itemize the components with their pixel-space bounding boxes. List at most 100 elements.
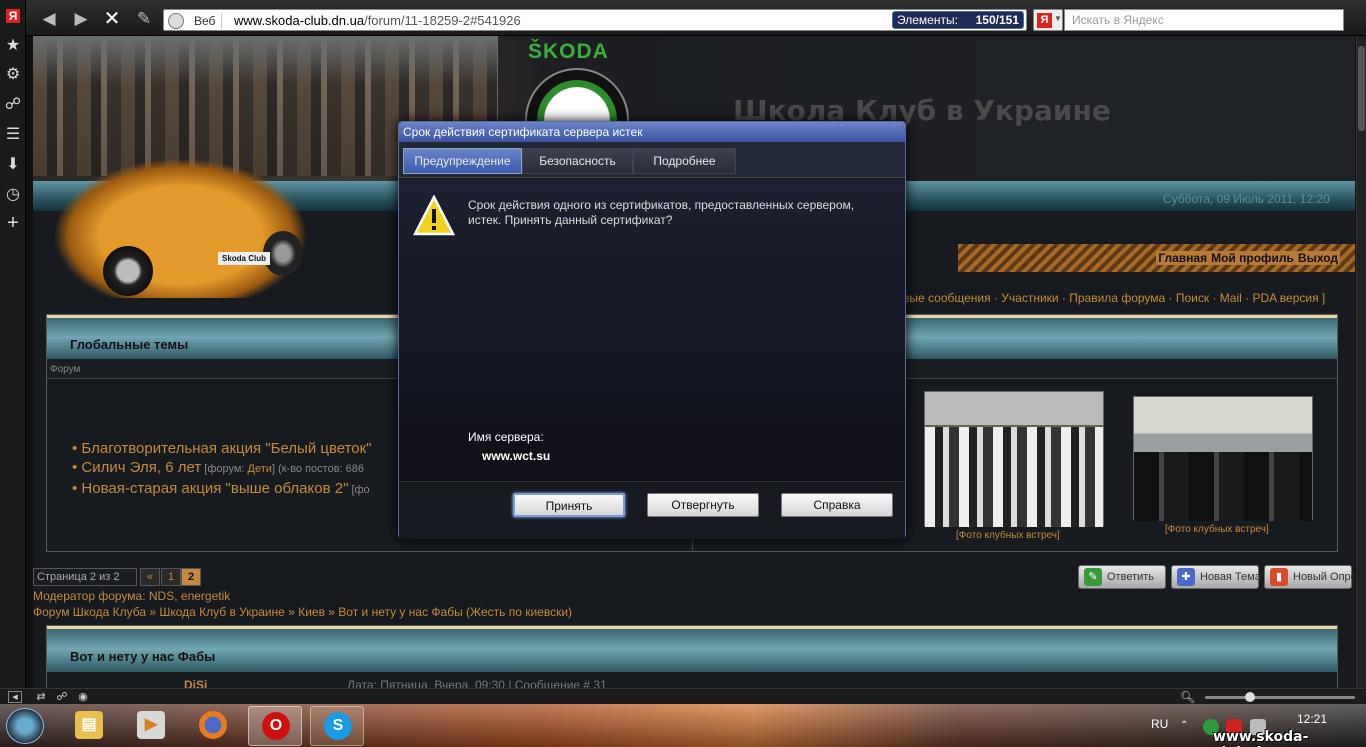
folder-icon: ▤ [75,711,103,739]
brand-wordmark: ŠKODA [528,40,609,63]
downloads-icon[interactable]: ⬇ [3,155,23,175]
back-icon[interactable]: ◀ [38,8,60,30]
tab-details[interactable]: Подробнее [633,148,736,174]
new-topic-button[interactable]: ✚ Новая Тема [1171,565,1261,589]
nav-profile[interactable]: Мой профиль [1209,251,1296,265]
certificate-dialog: Срок действия сертификата сервера истек … [398,121,906,539]
search-input[interactable]: Искать в Яндекс [1064,9,1344,31]
reply-button[interactable]: ✎ Ответить [1078,565,1166,589]
current-date: Суббота, 09 Июль 2011, 12:20 [1163,192,1330,206]
server-name-value: www.wct.su [482,449,551,463]
clock[interactable]: 12:21 [1297,712,1327,726]
language-indicator[interactable]: RU [1151,717,1168,731]
prev-page-button[interactable]: « [140,568,160,586]
tray-expand-icon[interactable]: ⌃ [1180,720,1188,731]
zoom-icon[interactable]: 🔍︎ [1180,689,1196,705]
page-1-link[interactable]: 1 [161,568,181,586]
help-button[interactable]: Справка [781,493,893,517]
list-item[interactable]: • Новая-старая акция "выше облаков 2" [ф… [72,479,372,500]
tab-security[interactable]: Безопасность [522,148,633,174]
dialog-message: Срок действия одного из сертификатов, пр… [468,198,855,227]
club-photo-thumbnail[interactable] [1133,396,1313,521]
dialog-footer: Принять Отвергнуть Справка [399,481,905,539]
unite-icon[interactable]: ☍ [3,95,23,115]
reject-button[interactable]: Отвергнуть [647,493,759,517]
topic-meta: [фо [348,484,370,496]
page-label: Страница 2 из 2 [33,568,137,586]
unite-status-icon[interactable]: ☍ [54,689,70,705]
url-mode-label: Веб [188,13,223,29]
taskbar-opera[interactable]: O [248,706,302,746]
elements-counter[interactable]: Элементы: 150/151 [892,11,1024,29]
nav-home[interactable]: Главная [1156,251,1210,265]
history-icon[interactable]: ◷ [3,185,23,205]
watermark: www.skoda-club.dn.ua [1213,729,1309,747]
zoom-slider-thumb[interactable] [1245,692,1255,702]
elements-count: 150/151 [975,13,1019,27]
forum-links[interactable]: вые сообщения · Участники · Правила фору… [903,291,1325,305]
firefox-icon [199,711,227,739]
globe-icon [168,13,184,29]
chevron-down-icon: ▼ [1054,14,1062,23]
scrollbar-thumb[interactable] [1358,46,1365,131]
new-poll-button[interactable]: ▮Новый Опрос [1264,565,1355,589]
url-text[interactable]: www.skoda-club.dn.ua/forum/11-18259-2#54… [234,13,521,29]
photo-caption-link[interactable]: [Фото клубных встреч] [956,530,1060,541]
start-button[interactable] [6,708,44,744]
photo-caption-link[interactable]: [Фото клубных встреч] [1165,524,1269,535]
browser-statusbar: ◂ ⇄ ☍ ◉ 🔍︎ [0,688,1366,704]
taskbar-media-player[interactable]: ▶ [124,706,178,746]
club-photo-thumbnail[interactable] [924,391,1104,527]
car-image [53,158,308,298]
page-scrollbar[interactable] [1356,36,1366,688]
panel-header: Вот и нету у нас Фабы [47,626,1337,672]
poll-icon: ▮ [1270,568,1288,586]
moderators-line[interactable]: Модератор форума: NDS, energetik [33,589,230,603]
gear-icon[interactable]: ⚙ [3,65,23,85]
panel-toggle-icon[interactable]: ◂ [8,691,22,703]
dialog-title: Срок действия сертификата сервера истек [399,122,905,142]
car-wheel [103,246,153,296]
panels-icon[interactable]: ☰ [3,125,23,145]
reply-icon: ✎ [1084,568,1102,586]
add-panel-icon[interactable]: + [3,213,23,233]
dialog-body: Срок действия одного из сертификатов, пр… [399,179,905,481]
breadcrumb[interactable]: Форум Шкода Клуба » Шкода Клуб в Украине… [33,605,572,619]
car-plate: Skoda Club [218,252,270,265]
server-name-label: Имя сервера: [468,430,544,444]
turbo-icon[interactable]: ⇄ [33,689,49,705]
taskbar-firefox[interactable] [186,706,240,746]
topic-title: Вот и нету у нас Фабы [70,649,216,664]
yandex-sidebar-icon[interactable]: Я [6,9,20,23]
browser-sidebar: Я ★ ⚙ ☍ ☰ ⬇ ◷ + [0,0,26,690]
media-player-icon: ▶ [137,711,165,739]
address-bar[interactable]: Веб www.skoda-club.dn.ua/forum/11-18259-… [163,9,1027,31]
post-author[interactable]: DiSi [184,678,207,688]
topic-list: • Благотворительная акция "Белый цветок"… [72,439,372,500]
list-item[interactable]: • Благотворительная акция "Белый цветок" [72,439,372,458]
topic-link[interactable]: Силич Эля, 6 лет [81,459,201,476]
url-host: www.skoda-club.dn.ua [234,13,365,28]
topic-link[interactable]: Новая-старая акция "выше облаков 2" [81,480,348,497]
tab-warning[interactable]: Предупреждение [403,148,522,174]
taskbar-skype[interactable]: S [310,706,364,746]
panel-title: Глобальные темы [70,337,189,352]
forum-link[interactable]: Дети [248,463,272,475]
topic-link[interactable]: Благотворительная акция "Белый цветок" [81,440,371,457]
nav-logout[interactable]: Выход [1295,251,1340,265]
zoom-slider[interactable] [1205,692,1355,702]
edit-icon[interactable]: ✎ [133,8,155,30]
post-meta: Дата: Пятница, Вчера, 09:30 | Сообщение … [347,678,607,688]
topic-panel: Вот и нету у нас Фабы DiSi Дата: Пятница… [46,625,1338,688]
list-item[interactable]: • Силич Эля, 6 лет [форум: Дети] (к-во п… [72,458,372,479]
accept-button[interactable]: Принять [513,493,625,517]
forward-icon[interactable]: ▶ [70,8,92,30]
taskbar-explorer[interactable]: ▤ [62,706,116,746]
view-icon[interactable]: ◉ [75,689,91,705]
skype-icon: S [324,712,352,740]
search-engine-button[interactable]: Я ▼ [1033,9,1063,31]
bookmarks-icon[interactable]: ★ [3,36,23,56]
url-path: /forum/11-18259-2#541926 [364,13,521,28]
stop-icon[interactable]: ✕ [101,8,123,30]
topic-meta: [форум: Дети] (к-во постов: 686 [201,463,364,475]
